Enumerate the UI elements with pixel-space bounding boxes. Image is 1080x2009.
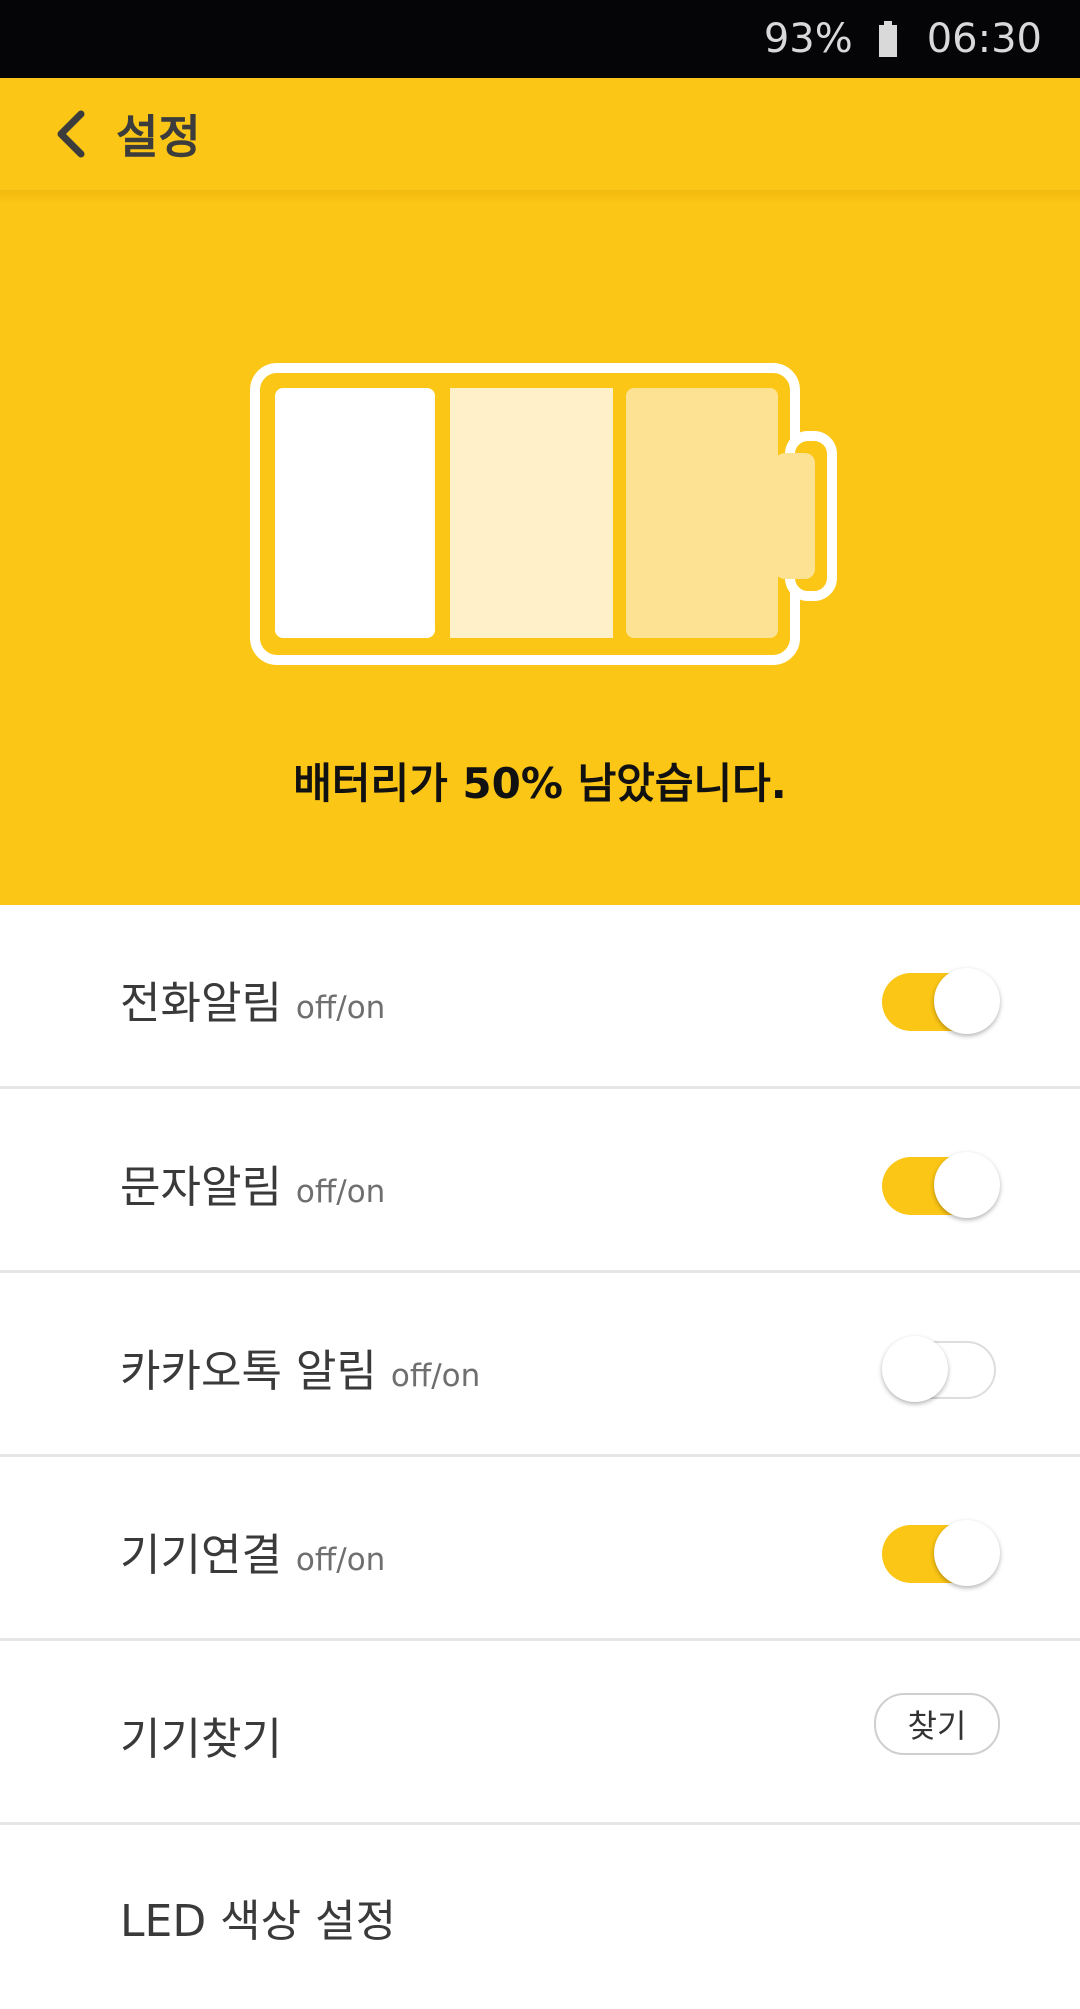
setting-row-sms-alert: 문자알림 off/on	[0, 1089, 1080, 1273]
setting-sublabel: off/on	[295, 1174, 386, 1210]
status-bar: 93% 06:30	[0, 0, 1080, 78]
setting-label: 문자알림	[120, 1162, 282, 1213]
setting-label: 전화알림	[120, 978, 282, 1029]
kakaotalk-alert-toggle[interactable]	[882, 1333, 1002, 1402]
settings-list: 전화알림 off/on 문자알림 off/on 카카오톡 알림 off/on 기기연결…	[0, 905, 1080, 2009]
chevron-left-icon	[57, 110, 85, 158]
setting-label: 기기찾기	[120, 1714, 282, 1765]
setting-row-kakaotalk-alert: 카카오톡 알림 off/on	[0, 1273, 1080, 1457]
find-device-button[interactable]: 찾기	[874, 1693, 1000, 1755]
battery-level-graphic	[250, 363, 837, 665]
battery-icon	[878, 21, 897, 57]
setting-sublabel: off/on	[390, 1358, 481, 1394]
sms-alert-toggle[interactable]	[882, 1149, 1002, 1218]
setting-row-call-alert: 전화알림 off/on	[0, 905, 1080, 1089]
setting-sublabel: off/on	[295, 990, 386, 1026]
call-alert-toggle[interactable]	[882, 965, 1002, 1034]
setting-label: LED 색상 설정	[120, 1896, 397, 1947]
setting-row-device-connection: 기기연결 off/on	[0, 1457, 1080, 1641]
battery-percent: 93%	[763, 16, 853, 62]
battery-segment-1	[275, 388, 435, 638]
battery-segment-2	[450, 388, 613, 638]
battery-status-message: 배터리가 50% 남았습니다.	[293, 759, 787, 808]
setting-row-led-color[interactable]: LED 색상 설정	[0, 1825, 1080, 2009]
page-title: 설정	[116, 110, 201, 164]
battery-segment-3	[626, 388, 778, 638]
setting-row-find-device: 기기찾기 찾기	[0, 1641, 1080, 1825]
setting-label: 기기연결	[120, 1530, 282, 1581]
clock: 06:30	[926, 16, 1042, 62]
battery-tip	[775, 453, 815, 579]
app-header: 설정	[0, 78, 1080, 190]
setting-sublabel: off/on	[295, 1542, 386, 1578]
back-button[interactable]	[40, 104, 100, 164]
setting-label: 카카오톡 알림	[120, 1346, 377, 1397]
device-connection-toggle[interactable]	[882, 1517, 1002, 1586]
battery-panel: 배터리가 50% 남았습니다.	[0, 190, 1080, 905]
